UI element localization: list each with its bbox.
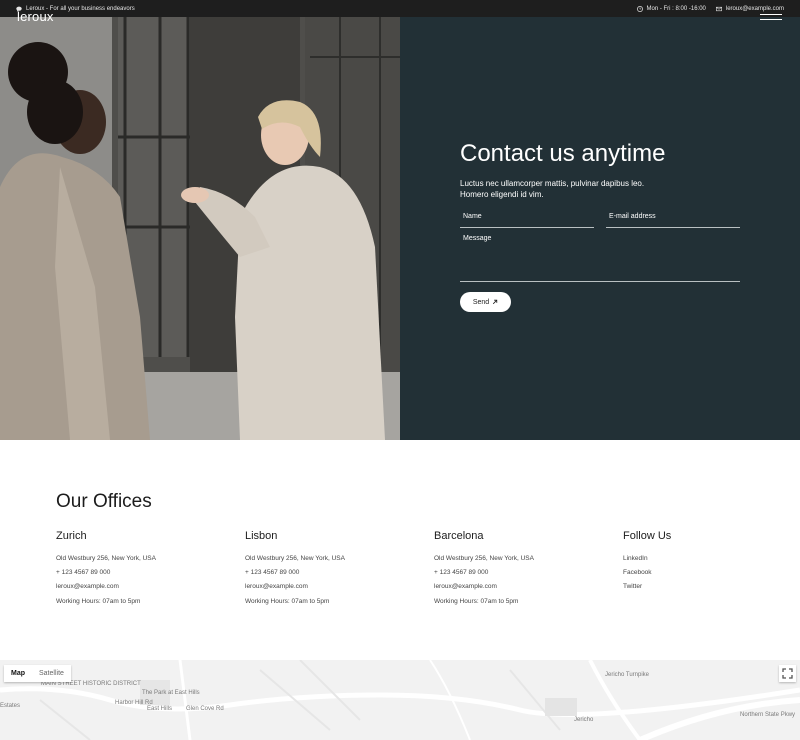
site-logo[interactable]: leroux bbox=[17, 9, 54, 24]
map-tab-map[interactable]: Map bbox=[4, 665, 32, 682]
map-label: Jericho Turnpike bbox=[605, 672, 650, 678]
office-email[interactable]: leroux@example.com bbox=[56, 580, 226, 594]
office-address: Old Westbury 256, New York, USA bbox=[245, 555, 345, 562]
clock-icon bbox=[636, 5, 643, 12]
map-label: Northern State Pkwy bbox=[740, 712, 796, 718]
businesswomen-photo-illustration bbox=[0, 17, 400, 440]
map-label: East Hills bbox=[147, 706, 173, 712]
contact-subtitle: Luctus nec ullamcorper mattis, pulvinar … bbox=[460, 179, 645, 199]
office-city: Zurich bbox=[56, 530, 87, 542]
hamburger-menu-icon[interactable] bbox=[760, 14, 782, 22]
map-label: Glen Cove Rd bbox=[186, 706, 224, 712]
social-link-linkedin[interactable]: LinkedIn bbox=[623, 552, 793, 566]
follow-us: Follow Us LinkedIn Facebook Twitter bbox=[623, 530, 793, 595]
name-field[interactable]: Name bbox=[460, 210, 594, 228]
map-label: Harbor Hill Rd bbox=[115, 700, 153, 706]
hours-group: Mon - Fri : 8:00 -16:00 bbox=[636, 5, 706, 12]
email-link[interactable]: leroux@example.com bbox=[726, 6, 784, 12]
name-placeholder: Name bbox=[463, 213, 482, 220]
arrow-up-right-icon bbox=[493, 299, 498, 305]
office-lisbon: Lisbon Old Westbury 256, New York, USA +… bbox=[245, 530, 415, 609]
office-phone[interactable]: + 123 4567 89 000 bbox=[56, 566, 226, 580]
map-tab-satellite[interactable]: Satellite bbox=[32, 665, 71, 682]
map-type-tabs: Map Satellite bbox=[4, 665, 71, 682]
send-label: Send bbox=[472, 298, 490, 306]
contact-panel bbox=[400, 17, 800, 440]
send-button[interactable]: Send bbox=[460, 292, 511, 312]
hours-text: Mon - Fri : 8:00 -16:00 bbox=[646, 5, 706, 12]
office-hours: Working Hours: 07am to 5pm bbox=[56, 597, 141, 605]
contact-title: Contact us anytime bbox=[460, 140, 666, 167]
office-city: Barcelona bbox=[434, 530, 484, 542]
message-field[interactable]: Message bbox=[460, 232, 740, 282]
social-link-facebook[interactable]: Facebook bbox=[623, 566, 793, 580]
email-group[interactable]: leroux@example.com bbox=[715, 6, 784, 12]
office-email[interactable]: leroux@example.com bbox=[245, 580, 415, 594]
office-hours: Working Hours: 07am to 5pm bbox=[434, 597, 519, 605]
hero-photo bbox=[0, 17, 400, 440]
map-label: The Park at East Hills bbox=[142, 690, 200, 696]
fullscreen-glyph bbox=[782, 668, 793, 679]
message-placeholder: Message bbox=[463, 235, 492, 242]
office-email[interactable]: leroux@example.com bbox=[434, 580, 604, 594]
email-field[interactable]: E-mail address bbox=[606, 210, 740, 228]
office-barcelona: Barcelona Old Westbury 256, New York, US… bbox=[434, 530, 604, 609]
office-phone[interactable]: + 123 4567 89 000 bbox=[434, 566, 604, 580]
office-zurich: Zurich Old Westbury 256, New York, USA +… bbox=[56, 530, 226, 609]
office-address: Old Westbury 256, New York, USA bbox=[56, 555, 156, 562]
fullscreen-icon[interactable] bbox=[779, 665, 796, 682]
hero-section bbox=[0, 17, 800, 440]
office-hours: Working Hours: 07am to 5pm bbox=[245, 597, 330, 605]
office-city: Lisbon bbox=[245, 530, 278, 542]
top-bar: Leroux - For all your business endeavors… bbox=[0, 0, 800, 17]
offices-title: Our Offices bbox=[56, 491, 152, 512]
map-label: Jericho bbox=[574, 717, 594, 723]
office-address: Old Westbury 256, New York, USA bbox=[434, 555, 534, 562]
social-link-twitter[interactable]: Twitter bbox=[623, 580, 793, 594]
follow-title: Follow Us bbox=[623, 530, 672, 542]
envelope-icon bbox=[715, 6, 722, 11]
office-phone[interactable]: + 123 4567 89 000 bbox=[245, 566, 415, 580]
email-placeholder: E-mail address bbox=[609, 213, 656, 220]
map-label: Estates bbox=[0, 703, 21, 709]
